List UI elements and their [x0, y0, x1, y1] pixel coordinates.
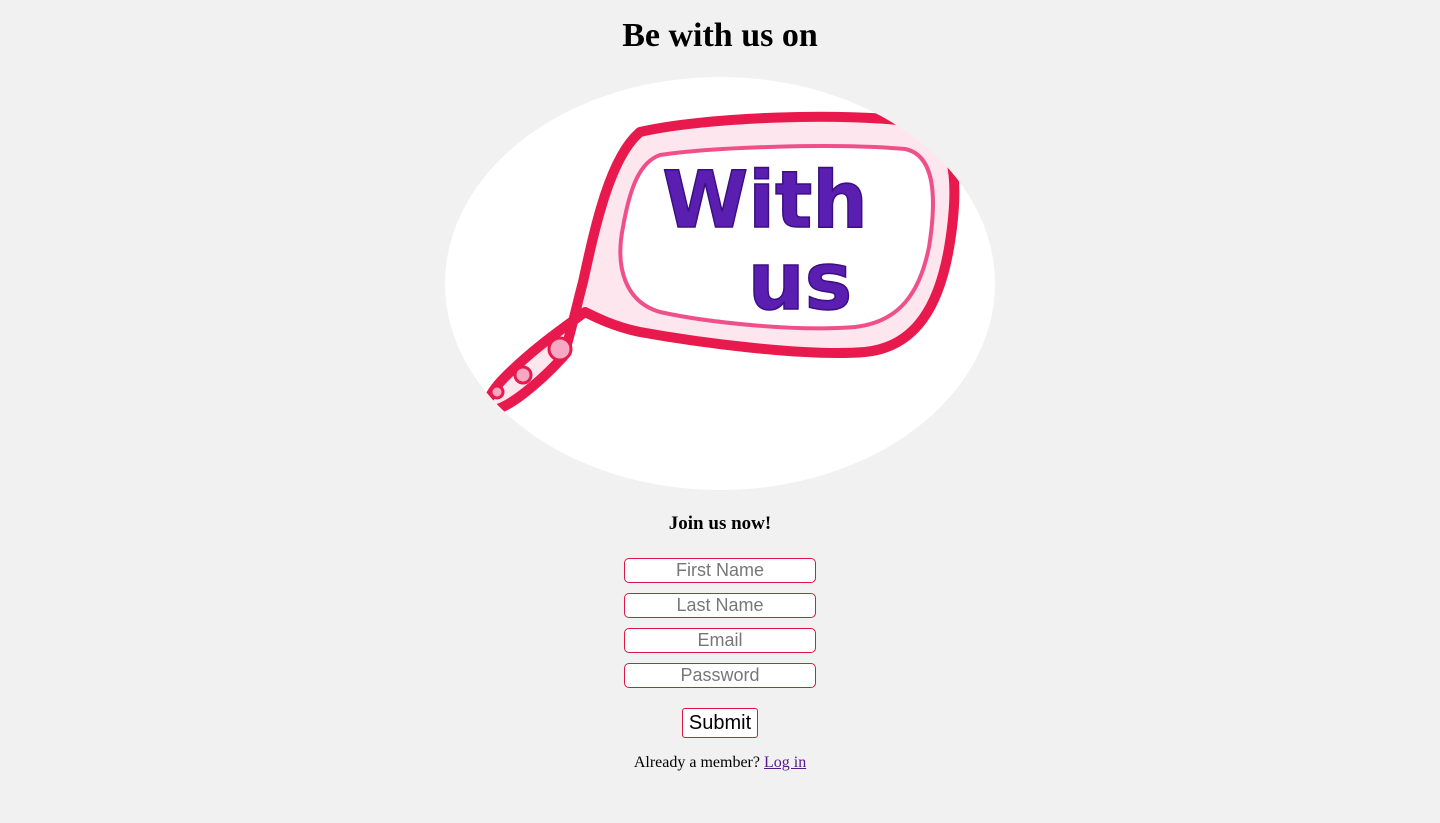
first-name-input[interactable] [624, 558, 816, 583]
last-name-input[interactable] [624, 593, 816, 618]
signup-heading: Join us now! [668, 513, 772, 534]
submit-button[interactable]: Submit [682, 708, 758, 738]
speech-bubble-logo-icon: With us [482, 111, 960, 415]
signup-page: Be with us on With us Join us now! Submi… [0, 0, 1440, 823]
member-prompt-text: Already a member? [633, 754, 760, 771]
password-input[interactable] [624, 663, 816, 688]
email-input[interactable] [624, 628, 816, 653]
login-prompt: Already a member? Log in [0, 752, 1440, 774]
logo-text-line2: us [748, 235, 853, 328]
login-link[interactable]: Log in [764, 754, 806, 771]
page-title: Be with us on [622, 17, 818, 54]
logo-text-line1: With [662, 156, 868, 246]
logo-circle: With us [445, 77, 995, 490]
